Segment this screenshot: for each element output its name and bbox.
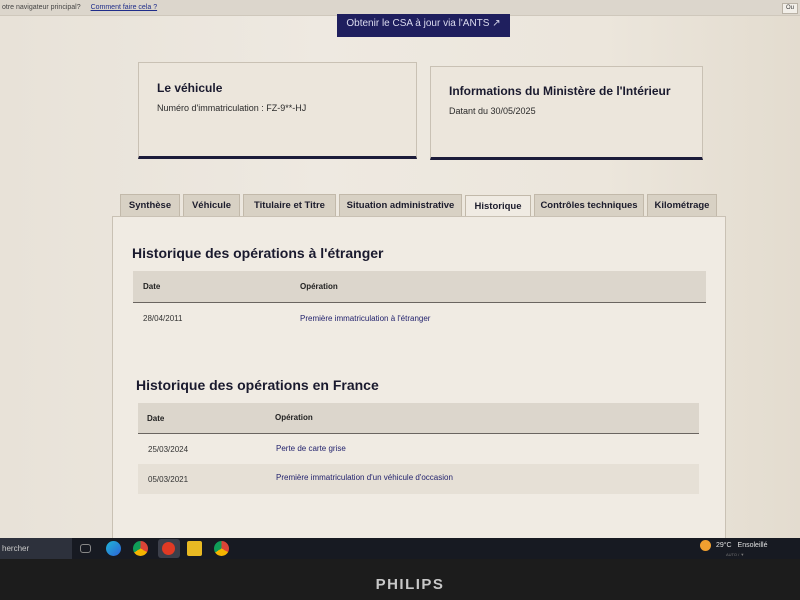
vehicle-card-title: Le véhicule [157,81,223,95]
registration-number: Numéro d'immatriculation : FZ-9**-HJ [157,103,307,113]
row-date: 05/03/2021 [148,475,189,484]
ministry-card-title: Informations du Ministère de l'Intérieur [449,84,671,98]
france-table-header: Date Opération [138,403,699,434]
table-row: 28/04/2011 Première immatriculation à l'… [133,305,706,333]
row-operation: Première immatriculation d'un véhicule d… [276,473,453,482]
foreign-table-header: Date Opération [133,271,706,303]
row-operation: Première immatriculation à l'étranger [300,314,431,323]
ministry-card: Informations du Ministère de l'Intérieur… [430,66,703,160]
active-app-highlight [158,539,180,558]
weather-temperature: 29°C [715,542,732,549]
vehicle-card: Le véhicule Numéro d'immatriculation : F… [138,62,417,159]
column-operation: Opération [300,282,338,291]
france-history-title: Historique des opérations en France [136,377,379,393]
tab-titulaire-titre[interactable]: Titulaire et Titre [243,194,336,217]
file-explorer-icon[interactable] [187,541,202,556]
notification-text: otre navigateur principal? [2,4,81,11]
csa-ants-button[interactable]: Obtenir le CSA à jour via l'ANTS ↗ [337,14,510,37]
historique-panel: Historique des opérations à l'étranger D… [112,216,726,538]
row-date: 28/04/2011 [143,314,183,323]
notification-close-button[interactable]: Ou [782,3,798,14]
tab-historique[interactable]: Historique [465,195,531,218]
column-date: Date [143,282,161,291]
taskbar-search[interactable]: hercher [0,538,72,559]
ministry-data-date: Datant du 30/05/2025 [449,106,536,116]
tab-kilometrage[interactable]: Kilométrage [647,194,717,217]
tray-indicator: AUTO / ▼ [726,552,745,557]
monitor-brand-logo: PHILIPS [375,576,445,593]
tab-synthese[interactable]: Synthèse [120,194,180,217]
row-operation: Perte de carte grise [276,444,346,453]
sun-icon [700,539,711,551]
weather-description: Ensoleillé [737,542,768,549]
notification-help-link[interactable]: Comment faire cela ? [91,4,158,11]
row-date: 25/03/2024 [148,445,189,454]
foreign-history-title: Historique des opérations à l'étranger [132,245,384,261]
column-operation: Opération [275,413,313,422]
table-row: 25/03/2024 Perte de carte grise [138,435,699,463]
chrome-icon[interactable] [133,541,148,556]
task-view-icon[interactable] [80,544,91,553]
tab-controles-techniques[interactable]: Contrôles techniques [534,194,644,217]
app-red-icon[interactable] [162,542,175,555]
tab-situation-administrative[interactable]: Situation administrative [339,194,462,217]
windows-taskbar: hercher 29°C Ensoleillé AUTO / ▼ [0,538,800,559]
chrome-profile-icon[interactable] [214,541,229,556]
browser-viewport: otre navigateur principal? Comment faire… [0,0,800,538]
table-row: 05/03/2021 Première immatriculation d'un… [138,464,699,494]
tab-vehicule[interactable]: Véhicule [183,194,240,217]
column-date: Date [147,414,165,423]
edge-browser-icon[interactable] [106,541,121,556]
